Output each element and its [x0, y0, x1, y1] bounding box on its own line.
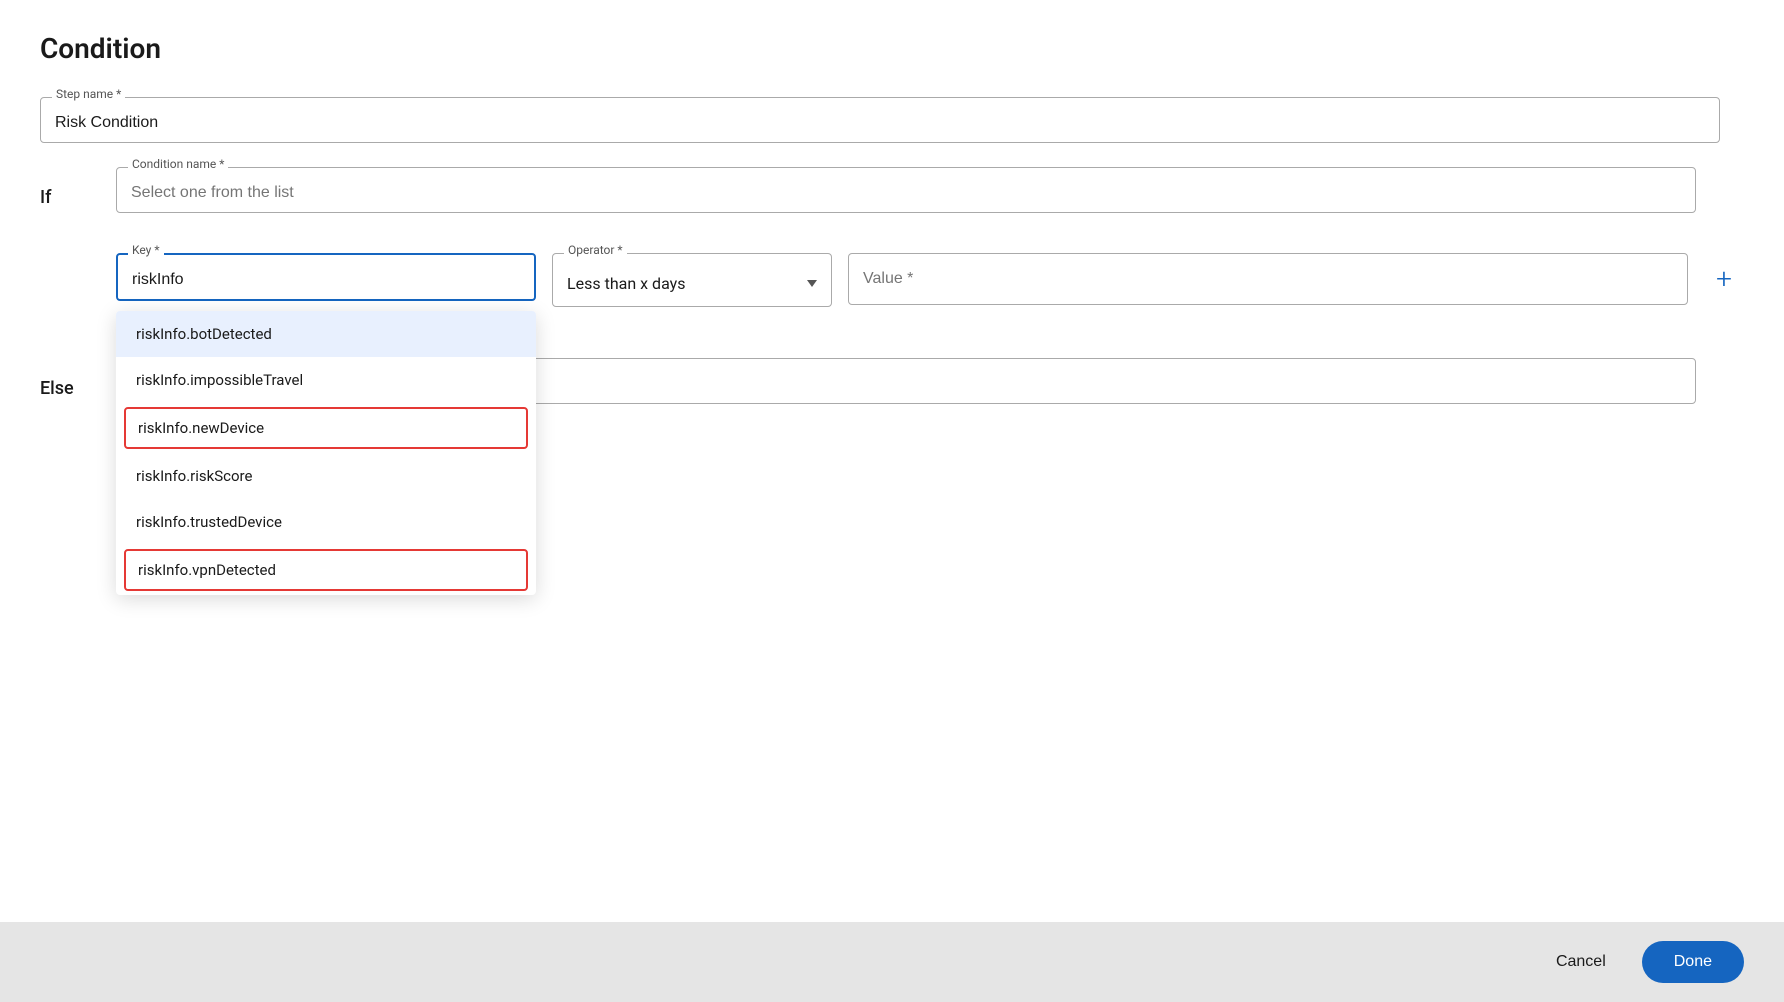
bottom-bar: Cancel Done [0, 922, 1784, 1002]
done-button[interactable]: Done [1642, 941, 1744, 983]
operator-value: Less than x days [567, 274, 685, 293]
condition-name-label: Condition name [128, 157, 228, 171]
cancel-button[interactable]: Cancel [1536, 943, 1626, 981]
if-row: If Condition name [40, 167, 1744, 237]
condition-name-wrapper: Condition name [116, 167, 1744, 237]
dropdown-item-vpnDetected[interactable]: riskInfo.vpnDetected [124, 549, 528, 591]
add-condition-button[interactable]: + [1704, 253, 1744, 293]
operator-field-wrapper: Operator Less than x days [552, 253, 832, 307]
value-field-group [848, 253, 1688, 305]
key-operator-row: Key riskInfo.botDetected riskInfo.imposs… [116, 253, 1744, 307]
key-dropdown: riskInfo.botDetected riskInfo.impossible… [116, 311, 536, 595]
key-field-wrapper: Key riskInfo.botDetected riskInfo.imposs… [116, 253, 536, 301]
step-name-field: Step name [40, 97, 1744, 143]
else-label: Else [40, 358, 100, 399]
chevron-down-icon [807, 280, 817, 287]
step-name-input[interactable] [40, 97, 1720, 143]
dropdown-item-vpnDetected-wrapper: riskInfo.vpnDetected [116, 545, 536, 595]
dropdown-item-trustedDevice[interactable]: riskInfo.trustedDevice [116, 499, 536, 545]
key-input[interactable] [116, 253, 536, 301]
key-label: Key [128, 243, 164, 257]
key-field-group: Key [116, 253, 536, 301]
if-label: If [40, 167, 100, 208]
page-title: Condition [40, 32, 1744, 65]
dropdown-item-newDevice-wrapper: riskInfo.newDevice [116, 403, 536, 453]
dropdown-item-newDevice[interactable]: riskInfo.newDevice [124, 407, 528, 449]
value-field-wrapper [848, 253, 1688, 305]
operator-select[interactable]: Less than x days [552, 253, 832, 307]
dropdown-item-riskScore[interactable]: riskInfo.riskScore [116, 453, 536, 499]
step-name-label: Step name [52, 87, 125, 101]
operator-field-group: Operator Less than x days [552, 253, 832, 307]
condition-name-field: Condition name [116, 167, 1744, 213]
condition-name-input[interactable] [116, 167, 1696, 213]
operator-label: Operator [564, 243, 627, 257]
dropdown-item-botDetected[interactable]: riskInfo.botDetected [116, 311, 536, 357]
dropdown-item-impossibleTravel[interactable]: riskInfo.impossibleTravel [116, 357, 536, 403]
value-input[interactable] [848, 253, 1688, 305]
